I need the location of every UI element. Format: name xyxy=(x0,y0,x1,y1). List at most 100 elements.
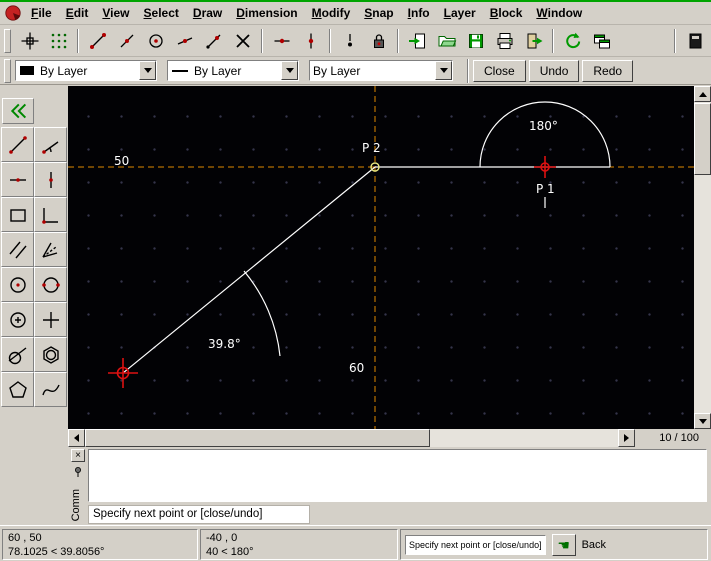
pin-icon[interactable] xyxy=(72,465,84,477)
back-icon[interactable] xyxy=(2,98,34,124)
redo-button[interactable]: Redo xyxy=(582,59,634,82)
menu-block[interactable]: Block xyxy=(483,4,530,22)
dimension-label-50: 50 xyxy=(114,154,129,168)
menu-modify[interactable]: Modify xyxy=(305,4,358,22)
command-prompt[interactable]: Specify next point or [close/undo] xyxy=(88,505,310,524)
attribute-toolbar: By Layer By Layer By Layer Close Undo Re… xyxy=(0,57,711,85)
redraw-icon[interactable] xyxy=(559,27,586,54)
snap-middle-icon[interactable] xyxy=(113,27,140,54)
angle-label-39: 39.8° xyxy=(208,337,241,351)
spline-icon[interactable] xyxy=(34,372,67,407)
line-width-combo[interactable]: By Layer xyxy=(167,60,299,81)
application-window: File Edit View Select Draw Dimension Mod… xyxy=(0,0,711,561)
snap-coordinate-icon[interactable] xyxy=(336,27,363,54)
line-orthogonal-icon[interactable] xyxy=(34,197,67,232)
menu-snap[interactable]: Snap xyxy=(357,4,400,22)
diagonal-line xyxy=(122,166,376,374)
menu-file[interactable]: File xyxy=(24,4,59,22)
line-parallel-icon[interactable] xyxy=(1,232,34,267)
drawing-canvas[interactable]: 50 P 2 P 1 180° 60 39.8° xyxy=(68,86,694,429)
relative-position-panel: -40 , 0 40 < 180° xyxy=(200,529,398,560)
scroll-right-button[interactable] xyxy=(618,429,635,447)
separator xyxy=(674,28,676,53)
drawing-layer: 50 P 2 P 1 180° 60 39.8° xyxy=(68,86,694,429)
mouse-hint-panel: Specify next point or [close/undo] ☚ Bac… xyxy=(400,529,708,560)
absolute-coordinate: 60 , 50 xyxy=(8,532,42,544)
chevron-down-icon[interactable] xyxy=(139,61,156,80)
scroll-down-button[interactable] xyxy=(694,413,711,429)
relative-coordinate: -40 , 0 xyxy=(206,532,238,544)
snap-distance-icon[interactable] xyxy=(200,27,227,54)
hand-button[interactable]: ☚ xyxy=(551,533,576,556)
separator xyxy=(261,28,263,53)
polygon-inscribed-icon[interactable] xyxy=(34,337,67,372)
restrict-vertical-icon[interactable] xyxy=(297,27,324,54)
status-bar: 60 , 50 78.1025 < 39.8056° -40 , 0 40 < … xyxy=(0,525,711,561)
menu-select[interactable]: Select xyxy=(137,4,186,22)
page-indicator: 10 / 100 xyxy=(635,429,711,447)
toolbar-grip[interactable] xyxy=(4,28,11,53)
snap-on-entity-icon[interactable] xyxy=(171,27,198,54)
back-label: Back xyxy=(581,538,607,551)
rectangle-icon[interactable] xyxy=(1,197,34,232)
snap-intersection-icon[interactable] xyxy=(229,27,256,54)
snap-endpoint-icon[interactable] xyxy=(84,27,111,54)
line-2-points-icon[interactable] xyxy=(1,127,34,162)
line-vertical-icon[interactable] xyxy=(34,162,67,197)
menu-dimension[interactable]: Dimension xyxy=(229,4,304,22)
tool-grid xyxy=(1,127,68,407)
windows-icon[interactable] xyxy=(588,27,615,54)
horizontal-scrollbar[interactable] xyxy=(68,429,635,447)
dimension-label-60: 60 xyxy=(349,361,364,375)
restrict-horizontal-icon[interactable] xyxy=(268,27,295,54)
close-button[interactable]: Close xyxy=(473,59,526,82)
menu-edit[interactable]: Edit xyxy=(59,4,96,22)
polygon-icon[interactable] xyxy=(1,372,34,407)
point-icon[interactable] xyxy=(34,302,67,337)
menu-info[interactable]: Info xyxy=(401,4,437,22)
circle-2-points-icon[interactable] xyxy=(34,267,67,302)
dock-icon[interactable] xyxy=(681,27,708,54)
grid-points-icon[interactable] xyxy=(45,27,72,54)
menu-window[interactable]: Window xyxy=(529,4,589,22)
color-combo[interactable]: By Layer xyxy=(15,60,157,81)
new-drawing-icon[interactable] xyxy=(404,27,431,54)
horizontal-scroll-thumb[interactable] xyxy=(85,429,430,447)
print-drawing-icon[interactable] xyxy=(491,27,518,54)
save-drawing-icon[interactable] xyxy=(462,27,489,54)
crosshair-icon[interactable] xyxy=(16,27,43,54)
menu-view[interactable]: View xyxy=(95,4,136,22)
chevron-down-icon[interactable] xyxy=(281,61,298,80)
open-drawing-icon[interactable] xyxy=(433,27,460,54)
command-panel-tab: × Comm xyxy=(68,447,88,525)
line-type-combo[interactable]: By Layer xyxy=(309,60,453,81)
snap-center-icon[interactable] xyxy=(142,27,169,54)
line-bisector-icon[interactable] xyxy=(34,232,67,267)
close-drawing-icon[interactable] xyxy=(520,27,547,54)
lock-relative-zero-icon[interactable] xyxy=(365,27,392,54)
scroll-left-button[interactable] xyxy=(68,429,85,447)
separator xyxy=(467,58,469,83)
circle-center-point-icon[interactable] xyxy=(1,267,34,302)
absolute-position-panel: 60 , 50 78.1025 < 39.8056° xyxy=(2,529,198,560)
menu-draw[interactable]: Draw xyxy=(186,4,229,22)
angle-label-180: 180° xyxy=(529,119,558,133)
line-tangent-icon[interactable] xyxy=(1,337,34,372)
app-logo-icon xyxy=(2,3,24,23)
mouse-hint-text: Specify next point or [close/undo] xyxy=(405,534,546,555)
hand-icon: ☚ xyxy=(557,536,570,553)
separator xyxy=(77,28,79,53)
chevron-down-icon[interactable] xyxy=(435,61,452,80)
vertical-scrollbar[interactable] xyxy=(694,86,711,429)
menu-layer[interactable]: Layer xyxy=(437,4,483,22)
line-horizontal-icon[interactable] xyxy=(1,162,34,197)
vertical-scroll-thumb[interactable] xyxy=(694,103,711,175)
line-angle-icon[interactable] xyxy=(34,127,67,162)
close-icon[interactable]: × xyxy=(71,449,85,462)
circle-center-radius-icon[interactable] xyxy=(1,302,34,337)
toolbar-grip[interactable] xyxy=(4,58,11,83)
command-tab-label[interactable]: Comm xyxy=(70,489,82,521)
undo-button[interactable]: Undo xyxy=(528,59,580,82)
scroll-up-button[interactable] xyxy=(694,86,711,102)
command-history[interactable] xyxy=(88,449,707,502)
